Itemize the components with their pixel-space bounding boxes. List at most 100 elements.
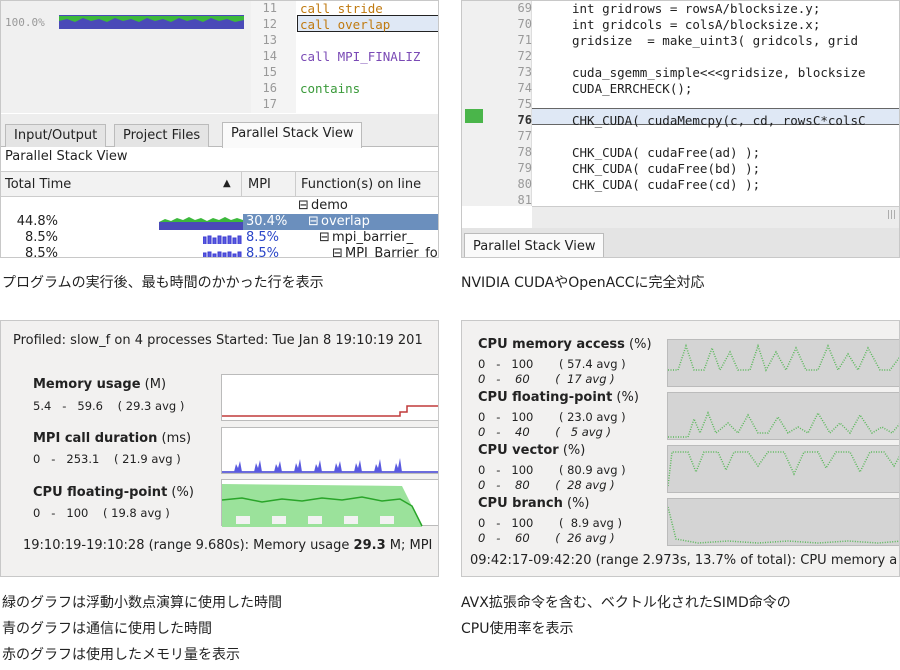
code-line[interactable]: int gridrows = rowsA/blocksize.y;: [572, 1, 820, 16]
code-line[interactable]: call overlap: [300, 17, 390, 32]
metric-title: CPU branch (%): [478, 496, 590, 511]
total-time-bar: [203, 235, 242, 244]
line-activity-sparkline: [59, 15, 244, 29]
metric-title: CPU memory access (%): [478, 337, 652, 352]
line-number: 69: [517, 1, 532, 15]
line-number: 12: [262, 17, 277, 31]
code-line[interactable]: cuda_sgemm_simple<<<gridsize, blocksize: [572, 65, 866, 80]
line-number: 71: [517, 33, 532, 47]
cpu-metrics-panel: CPU memory access (%) 0 - 100 ( 57.4 avg …: [461, 320, 900, 577]
source-editor-panel: 100.0% 11 12 13 14 15 16 17 call stride …: [0, 0, 439, 258]
line-number: 76: [517, 113, 532, 127]
selection-summary: 19:10:19-19:10:28 (range 9.680s): Memory…: [23, 538, 433, 553]
total-time-bar: [159, 217, 243, 230]
metric-range-selection: 0 - 60 ( 17 avg ): [478, 372, 615, 386]
metric-range: 0 - 100 ( 23.0 avg ): [478, 410, 626, 424]
caption-1: プログラムの実行後、最も時間のかかった行を表示: [2, 275, 324, 291]
code-line[interactable]: CHK_CUDA( cudaFree(ad) );: [572, 145, 760, 160]
metric-title: Memory usage (M): [33, 377, 167, 392]
total-time-bar: [203, 251, 242, 257]
profile-header: Profiled: slow_f on 4 processes Started:…: [13, 333, 423, 348]
line-number: 78: [517, 145, 532, 159]
total-time-value: 8.5%: [24, 246, 58, 258]
code-line[interactable]: contains: [300, 81, 360, 96]
function-name: MPI_Barrier_for: [345, 246, 439, 258]
line-number: 75: [517, 97, 532, 111]
code-line[interactable]: CHK_CUDA( cudaMemcpy(c, cd, rowsC*colsC: [572, 113, 866, 128]
table-row[interactable]: 8.5% 8.5% ⊟ mpi_barrier_: [1, 230, 438, 246]
metric-range: 0 - 253.1 ( 21.9 avg ): [33, 452, 181, 466]
metric-graph[interactable]: [667, 498, 899, 546]
metric-title: CPU floating-point (%): [33, 485, 194, 500]
table-row[interactable]: 8.5% 8.5% ⊟ MPI_Barrier_for: [1, 246, 439, 258]
metric-graph[interactable]: [667, 339, 899, 387]
column-header-functions[interactable]: Function(s) on line: [301, 177, 421, 192]
line-number: 15: [262, 65, 277, 79]
metric-range: 5.4 - 59.6 ( 29.3 avg ): [33, 399, 185, 413]
mpi-value: 8.5%: [246, 246, 280, 258]
column-header-total-time[interactable]: Total Time: [5, 177, 71, 192]
line-number: 17: [262, 97, 277, 111]
tab-input-output[interactable]: Input/Output: [5, 124, 107, 147]
line-number: 77: [517, 129, 532, 143]
line-number: 70: [517, 17, 532, 31]
line-number: 16: [262, 81, 277, 95]
caption-4-line-2: CPU使用率を表示: [461, 621, 574, 637]
table-row[interactable]: 44.8% 30.4% ⊟ overlap: [1, 214, 438, 230]
tree-toggle-icon[interactable]: ⊟: [298, 198, 309, 213]
function-name: overlap: [321, 214, 370, 229]
column-header-mpi[interactable]: MPI: [248, 177, 271, 192]
cpu-floating-point-graph[interactable]: [221, 479, 438, 527]
line-number: 80: [517, 177, 532, 191]
caption-3-line-3: 赤のグラフは使用したメモリ量を表示: [2, 647, 240, 663]
line-number: 13: [262, 33, 277, 47]
horizontal-scrollbar[interactable]: |||: [532, 206, 899, 228]
caption-3-line-2: 青のグラフは通信に使用した時間: [2, 621, 212, 637]
bottom-tab-bar: Input/Output Project Files Parallel Stac…: [1, 114, 438, 148]
total-time-value: 44.8%: [16, 214, 58, 229]
line-number: 72: [517, 49, 532, 63]
metric-range-selection: 0 - 60 ( 26 avg ): [478, 531, 615, 545]
tab-parallel-stack-view[interactable]: Parallel Stack View: [464, 233, 605, 257]
tab-parallel-stack-view[interactable]: Parallel Stack View: [222, 122, 363, 148]
line-number: 73: [517, 65, 532, 79]
code-line[interactable]: int gridcols = colsA/blocksize.x;: [572, 17, 820, 32]
metric-graph[interactable]: [667, 445, 899, 493]
sort-ascending-icon[interactable]: ▲: [223, 178, 231, 189]
caption-4-line-1: AVX拡張命令を含む、ベクトル化されたSIMD命令の: [461, 595, 791, 611]
line-percent-label: 100.0%: [5, 16, 45, 29]
memory-usage-graph[interactable]: [221, 374, 438, 421]
cuda-source-panel: 69 int gridrows = rowsA/blocksize.y; 70 int…: [461, 0, 900, 258]
metric-range: 0 - 100 ( 8.9 avg ): [478, 516, 622, 530]
bottom-tab-bar: Parallel Stack View: [462, 228, 899, 257]
code-line[interactable]: CHK_CUDA( cudaFree(cd) );: [572, 177, 760, 192]
tab-project-files[interactable]: Project Files: [114, 124, 210, 147]
line-number: 81: [517, 193, 532, 207]
code-line[interactable]: CUDA_ERRCHECK();: [572, 81, 692, 96]
function-name: demo: [311, 198, 348, 213]
metrics-panel: Profiled: slow_f on 4 processes Started:…: [0, 320, 439, 577]
line-number: 14: [262, 49, 277, 63]
code-line[interactable]: call stride: [300, 1, 383, 16]
table-row[interactable]: ⊟ demo: [1, 198, 438, 214]
hot-line-marker: [465, 109, 483, 123]
caption-2: NVIDIA CUDAやOpenACCに完全対応: [461, 275, 705, 291]
mpi-value: 8.5%: [246, 230, 280, 245]
mpi-call-duration-graph[interactable]: [221, 427, 438, 474]
tree-toggle-icon[interactable]: ⊟: [332, 246, 343, 257]
code-line[interactable]: gridsize = make_uint3( gridcols, grid: [572, 33, 858, 48]
tree-toggle-icon[interactable]: ⊟: [319, 230, 330, 245]
mpi-value: 30.4%: [246, 214, 288, 229]
metric-graph[interactable]: [667, 392, 899, 440]
total-time-value: 8.5%: [24, 230, 58, 245]
scroll-grip-icon[interactable]: |||: [887, 210, 896, 220]
line-number: 74: [517, 81, 532, 95]
metric-title: CPU floating-point (%): [478, 390, 639, 405]
metric-title: CPU vector (%): [478, 443, 586, 458]
metric-range-selection: 0 - 80 ( 28 avg ): [478, 478, 615, 492]
metric-title: MPI call duration (ms): [33, 431, 192, 446]
code-line[interactable]: CHK_CUDA( cudaFree(bd) );: [572, 161, 760, 176]
metric-range-selection: 0 - 40 ( 5 avg ): [478, 425, 611, 439]
code-line[interactable]: call MPI_FINALIZ: [300, 49, 420, 64]
tree-toggle-icon[interactable]: ⊟: [308, 214, 319, 229]
